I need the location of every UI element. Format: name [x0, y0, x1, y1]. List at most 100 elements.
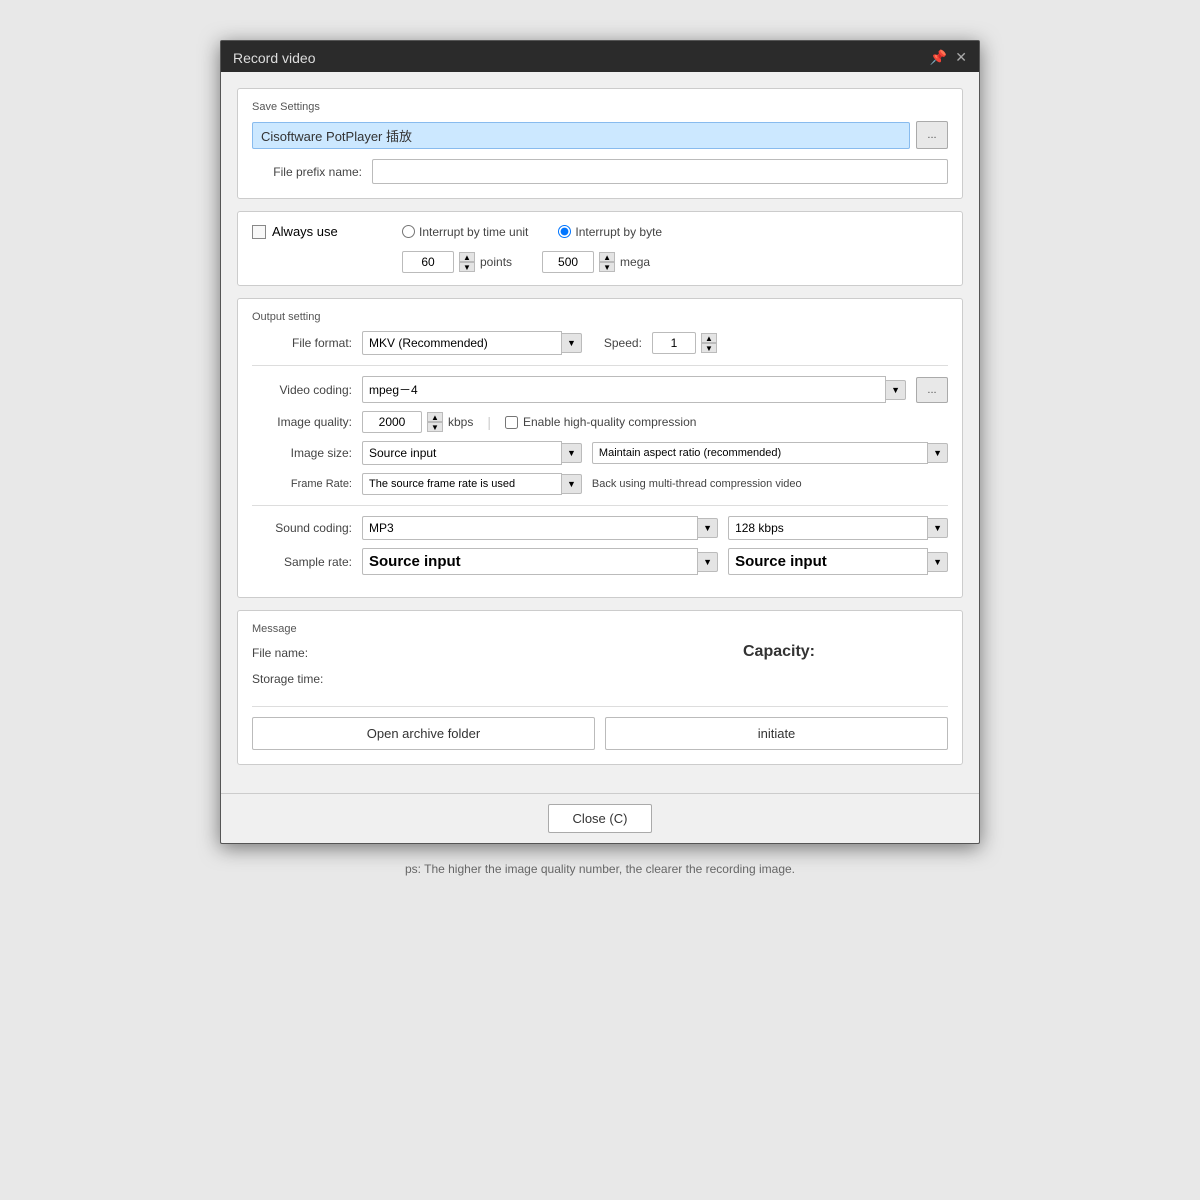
aspect-ratio-select[interactable]: Maintain aspect ratio (recommended) ▼ — [592, 442, 948, 464]
frame-rate-select[interactable]: The source frame rate is used ▼ — [362, 473, 582, 495]
sound-bitrate-select[interactable]: 128 kbps ▼ — [728, 516, 948, 540]
titlebar-controls: 📌 ✕ — [930, 49, 967, 66]
image-size-arrow-icon[interactable]: ▼ — [562, 443, 582, 463]
pin-button[interactable]: 📌 — [930, 49, 947, 66]
message-section: Message File name: Storage time: Capacit… — [237, 610, 963, 765]
save-settings-label: Save Settings — [252, 101, 948, 113]
main-content: Save Settings ... File prefix name: Alwa… — [221, 72, 979, 793]
video-coding-more-button[interactable]: ... — [916, 377, 948, 403]
time-spin-down[interactable]: ▼ — [459, 262, 475, 272]
speed-spin-down[interactable]: ▼ — [701, 343, 717, 353]
time-spin-up[interactable]: ▲ — [459, 252, 475, 262]
sound-bitrate-arrow-icon[interactable]: ▼ — [928, 518, 948, 538]
ps-text: ps: The higher the image quality number,… — [385, 862, 815, 876]
file-prefix-input[interactable] — [372, 159, 948, 184]
initiate-button[interactable]: initiate — [605, 717, 948, 750]
interrupt-time-label: Interrupt by time unit — [419, 225, 528, 239]
interrupt-byte-label: Interrupt by byte — [575, 225, 662, 239]
message-label: Message — [252, 623, 948, 635]
multithread-label: Back using multi-thread compression vide… — [592, 478, 802, 490]
sample-rate-label: Sample rate: — [252, 555, 352, 569]
file-format-value: MKV (Recommended) — [362, 331, 562, 355]
interrupt-byte-radio[interactable] — [558, 225, 571, 238]
image-quality-row: Image quality: ▲ ▼ kbps | Enable high-qu… — [252, 411, 948, 433]
always-use-checkbox[interactable] — [252, 225, 266, 239]
sample-rate-arrow-icon[interactable]: ▼ — [698, 552, 718, 572]
aspect-ratio-value: Maintain aspect ratio (recommended) — [592, 442, 928, 464]
speed-row: ▲ ▼ — [652, 332, 717, 354]
file-format-arrow-icon[interactable]: ▼ — [562, 333, 582, 353]
capacity-label: Capacity: — [610, 643, 948, 661]
sound-coding-label: Sound coding: — [252, 521, 352, 535]
video-coding-select[interactable]: mpeg－4 ▼ — [362, 376, 906, 403]
window-title: Record video — [233, 50, 316, 66]
file-format-row: File format: MKV (Recommended) ▼ Speed: … — [252, 331, 948, 355]
sample-rate-value: Source input — [362, 548, 698, 575]
path-input[interactable] — [252, 122, 910, 149]
open-archive-button[interactable]: Open archive folder — [252, 717, 595, 750]
quality-spin-down[interactable]: ▼ — [427, 422, 443, 432]
image-quality-label: Image quality: — [252, 415, 352, 429]
file-format-select[interactable]: MKV (Recommended) ▼ — [362, 331, 582, 355]
time-unit-label: points — [480, 255, 512, 269]
speed-label: Speed: — [592, 336, 642, 350]
interrupt-bottom: ▲ ▼ points ▲ ▼ mega — [252, 247, 948, 273]
close-button[interactable]: Close (C) — [548, 804, 653, 833]
titlebar: Record video 📌 ✕ — [221, 41, 979, 72]
file-format-label: File format: — [252, 336, 352, 350]
bottom-buttons: Open archive folder initiate — [252, 717, 948, 750]
video-coding-arrow-icon[interactable]: ▼ — [886, 380, 906, 400]
file-prefix-row: File prefix name: — [252, 159, 948, 184]
message-right: Capacity: — [610, 643, 948, 661]
file-name-info: File name: — [252, 643, 590, 663]
sample-rate2-arrow-icon[interactable]: ▼ — [928, 552, 948, 572]
sample-rate2-select[interactable]: Source input ▼ — [728, 548, 948, 575]
browse-button[interactable]: ... — [916, 121, 948, 149]
aspect-ratio-arrow-icon[interactable]: ▼ — [928, 443, 948, 463]
image-size-label: Image size: — [252, 446, 352, 460]
frame-rate-label: Frame Rate: — [252, 478, 352, 490]
path-row: ... — [252, 121, 948, 149]
divider1 — [252, 365, 948, 366]
byte-value-input[interactable] — [542, 251, 594, 273]
frame-rate-row: Frame Rate: The source frame rate is use… — [252, 473, 948, 495]
sound-coding-arrow-icon[interactable]: ▼ — [698, 518, 718, 538]
quality-spin-up[interactable]: ▲ — [427, 412, 443, 422]
save-settings-section: Save Settings ... File prefix name: — [237, 88, 963, 199]
high-quality-group: Enable high-quality compression — [505, 415, 696, 429]
time-value-input[interactable] — [402, 251, 454, 273]
message-row: File name: Storage time: Capacity: — [252, 643, 948, 696]
sound-coding-select[interactable]: MP3 ▼ — [362, 516, 718, 540]
video-coding-value: mpeg－4 — [362, 376, 886, 403]
byte-spin-down[interactable]: ▼ — [599, 262, 615, 272]
interrupt-time-group: Interrupt by time unit — [402, 225, 528, 239]
byte-unit-label: mega — [620, 255, 650, 269]
byte-spinner-btns: ▲ ▼ — [599, 252, 615, 272]
quality-spinner-row: ▲ ▼ kbps — [362, 411, 473, 433]
speed-spin-up[interactable]: ▲ — [701, 333, 717, 343]
sound-bitrate-value: 128 kbps — [728, 516, 928, 540]
sound-coding-row: Sound coding: MP3 ▼ 128 kbps ▼ — [252, 516, 948, 540]
close-window-button[interactable]: ✕ — [955, 49, 967, 66]
footer: Close (C) — [221, 793, 979, 843]
image-size-select[interactable]: Source input ▼ — [362, 441, 582, 465]
quality-divider: | — [487, 414, 491, 430]
frame-rate-value: The source frame rate is used — [362, 473, 562, 495]
speed-input[interactable] — [652, 332, 696, 354]
interrupt-time-radio[interactable] — [402, 225, 415, 238]
video-coding-label: Video coding: — [252, 383, 352, 397]
byte-spin-up[interactable]: ▲ — [599, 252, 615, 262]
interrupt-byte-group: Interrupt by byte — [558, 225, 662, 239]
sample-rate2-value: Source input — [728, 548, 928, 575]
quality-unit-label: kbps — [448, 415, 473, 429]
output-label: Output setting — [252, 311, 948, 323]
sample-rate-select[interactable]: Source input ▼ — [362, 548, 718, 575]
output-section: Output setting File format: MKV (Recomme… — [237, 298, 963, 598]
speed-spinner-btns: ▲ ▼ — [701, 333, 717, 353]
high-quality-checkbox[interactable] — [505, 416, 518, 429]
time-spinner-row: ▲ ▼ points — [402, 251, 512, 273]
quality-input[interactable] — [362, 411, 422, 433]
sound-coding-value: MP3 — [362, 516, 698, 540]
frame-rate-arrow-icon[interactable]: ▼ — [562, 474, 582, 494]
interrupt-top: Always use Interrupt by time unit Interr… — [252, 224, 948, 247]
